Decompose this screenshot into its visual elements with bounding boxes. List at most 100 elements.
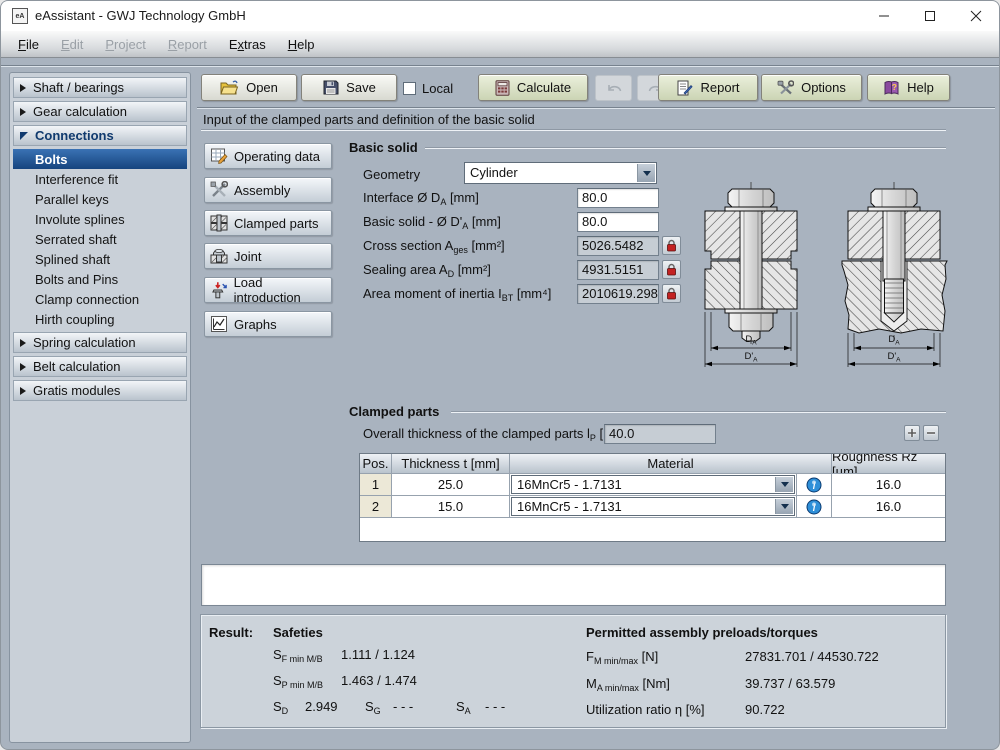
sidebar-item-clamp-connection[interactable]: Clamp connection bbox=[13, 289, 187, 309]
assembly-button[interactable]: Assembly bbox=[204, 177, 332, 203]
sidebar-item-bolts-and-pins[interactable]: Bolts and Pins bbox=[13, 269, 187, 289]
row1-roughness-input[interactable]: 16.0 bbox=[832, 474, 945, 496]
geometry-label: Geometry bbox=[363, 167, 420, 182]
row2-roughness-input[interactable]: 16.0 bbox=[832, 496, 945, 518]
open-folder-icon bbox=[220, 80, 239, 95]
graphs-button[interactable]: Graphs bbox=[204, 311, 332, 337]
sidebar-section-gear-calculation[interactable]: Gear calculation bbox=[13, 101, 187, 122]
chevron-expanded-icon bbox=[20, 132, 28, 140]
sealing-area-value: 4931.5151 bbox=[577, 260, 659, 280]
column-header-roughness: Roughness Rz [µm] bbox=[832, 454, 945, 474]
operating-data-button[interactable]: Operating data bbox=[204, 143, 332, 169]
local-checkbox[interactable] bbox=[403, 82, 416, 95]
operating-data-icon bbox=[210, 147, 228, 165]
svg-text:D'A: D'A bbox=[887, 351, 901, 364]
sidebar-item-hirth-coupling[interactable]: Hirth coupling bbox=[13, 309, 187, 329]
cross-section-label: Cross section Ages [mm²] bbox=[363, 238, 505, 253]
app-icon: eA bbox=[12, 8, 28, 24]
sidebar-section-gratis-modules[interactable]: Gratis modules bbox=[13, 380, 187, 401]
result-panel: Result: Safeties SF min M/B 1.111 / 1.12… bbox=[200, 614, 946, 728]
maximize-icon bbox=[924, 10, 936, 22]
sidebar-section-shaft-bearings[interactable]: Shaft / bearings bbox=[13, 77, 187, 98]
menu-project[interactable]: Project bbox=[94, 31, 156, 57]
plus-icon bbox=[907, 428, 917, 438]
row2-material-info-button[interactable]: i bbox=[797, 496, 832, 518]
report-button[interactable]: Report bbox=[658, 74, 758, 101]
row1-thickness-input[interactable]: 25.0 bbox=[392, 474, 510, 496]
row1-material-select[interactable]: 16MnCr5 - 1.7131 bbox=[511, 475, 795, 494]
calculator-icon bbox=[495, 80, 510, 96]
close-button[interactable] bbox=[953, 1, 999, 31]
maximize-button[interactable] bbox=[907, 1, 953, 31]
help-button[interactable]: ? Help bbox=[867, 74, 950, 101]
dropdown-arrow-icon[interactable] bbox=[775, 477, 793, 492]
basic-solid-title: Basic solid bbox=[349, 140, 418, 155]
geometry-select[interactable]: Cylinder bbox=[464, 162, 657, 184]
minimize-button[interactable] bbox=[861, 1, 907, 31]
cross-section-lock-button[interactable] bbox=[662, 236, 681, 255]
toolbar-separator bbox=[197, 107, 995, 109]
dropdown-arrow-icon[interactable] bbox=[637, 164, 655, 182]
open-button[interactable]: Open bbox=[201, 74, 297, 101]
joint-bolt-icon bbox=[210, 247, 228, 265]
overall-thickness-label: Overall thickness of the clamped parts l… bbox=[363, 426, 628, 441]
add-layer-button[interactable] bbox=[904, 425, 920, 441]
sealing-area-lock-button[interactable] bbox=[662, 260, 681, 279]
svg-text:DA: DA bbox=[888, 334, 900, 347]
column-header-material: Material bbox=[510, 454, 832, 474]
save-floppy-icon bbox=[322, 80, 339, 95]
area-moment-value: 2010619.2983 bbox=[577, 284, 659, 304]
through-bolt-drawing: DA D'A bbox=[696, 181, 808, 386]
sidebar-section-spring-calculation[interactable]: Spring calculation bbox=[13, 332, 187, 353]
sidebar-item-splined-shaft[interactable]: Splined shaft bbox=[13, 249, 187, 269]
menu-report[interactable]: Report bbox=[157, 31, 218, 57]
row1-material-cell: 16MnCr5 - 1.7131 bbox=[510, 474, 797, 496]
options-button[interactable]: Options bbox=[761, 74, 862, 101]
preloads-title: Permitted assembly preloads/torques bbox=[586, 625, 818, 640]
sidebar-section-connections[interactable]: Connections bbox=[13, 125, 187, 146]
sidebar-item-bolts[interactable]: Bolts bbox=[13, 149, 187, 169]
svg-text:?: ? bbox=[892, 82, 897, 92]
sidebar-item-interference-fit[interactable]: Interference fit bbox=[13, 169, 187, 189]
clamped-parts-title: Clamped parts bbox=[349, 404, 439, 419]
graphs-icon bbox=[210, 315, 228, 333]
row2-thickness-input[interactable]: 15.0 bbox=[392, 496, 510, 518]
safety-sf-value: 1.111 / 1.124 bbox=[341, 647, 415, 662]
safety-sd-label: SD bbox=[273, 699, 288, 714]
row2-material-select[interactable]: 16MnCr5 - 1.7131 bbox=[511, 497, 795, 516]
save-button[interactable]: Save bbox=[301, 74, 397, 101]
basic-solid-diameter-label: Basic solid - Ø D'A [mm] bbox=[363, 214, 501, 229]
sealing-area-label: Sealing area AD [mm²] bbox=[363, 262, 491, 277]
remove-layer-button[interactable] bbox=[923, 425, 939, 441]
result-label: Result: bbox=[209, 625, 253, 640]
menu-help[interactable]: Help bbox=[277, 31, 326, 57]
sidebar-item-serrated-shaft[interactable]: Serrated shaft bbox=[13, 229, 187, 249]
sidebar-item-involute-splines[interactable]: Involute splines bbox=[13, 209, 187, 229]
app-window: eA eAssistant - GWJ Technology GmbH File… bbox=[0, 0, 1000, 750]
lock-icon bbox=[666, 287, 677, 300]
row1-material-info-button[interactable]: i bbox=[797, 474, 832, 496]
calculate-button[interactable]: Calculate bbox=[478, 74, 588, 101]
local-checkbox-label: Local bbox=[422, 81, 453, 96]
undo-icon bbox=[606, 82, 622, 94]
interface-diameter-input[interactable]: 80.0 bbox=[577, 188, 659, 208]
overall-thickness-value: 40.0 bbox=[604, 424, 716, 444]
menu-file[interactable]: File bbox=[7, 31, 50, 57]
area-moment-lock-button[interactable] bbox=[662, 284, 681, 303]
table-empty-row bbox=[360, 518, 945, 541]
joint-button[interactable]: Joint bbox=[204, 243, 332, 269]
sidebar-section-belt-calculation[interactable]: Belt calculation bbox=[13, 356, 187, 377]
tap-bolt-drawing: DA D'A bbox=[839, 181, 951, 386]
sidebar-item-parallel-keys[interactable]: Parallel keys bbox=[13, 189, 187, 209]
safety-sp-value: 1.463 / 1.474 bbox=[341, 673, 417, 688]
clamped-parts-button[interactable]: Clamped parts bbox=[204, 210, 332, 236]
load-introduction-button[interactable]: Load introduction bbox=[204, 277, 332, 303]
basic-solid-diameter-input[interactable]: 80.0 bbox=[577, 212, 659, 232]
menu-edit[interactable]: Edit bbox=[50, 31, 94, 57]
menu-extras[interactable]: Extras bbox=[218, 31, 277, 57]
dropdown-arrow-icon[interactable] bbox=[775, 499, 793, 514]
info-icon: i bbox=[806, 477, 822, 493]
undo-button[interactable] bbox=[595, 75, 632, 101]
utilization-ratio-value: 90.722 bbox=[745, 702, 785, 717]
torque-ma-value: 39.737 / 63.579 bbox=[745, 676, 835, 691]
